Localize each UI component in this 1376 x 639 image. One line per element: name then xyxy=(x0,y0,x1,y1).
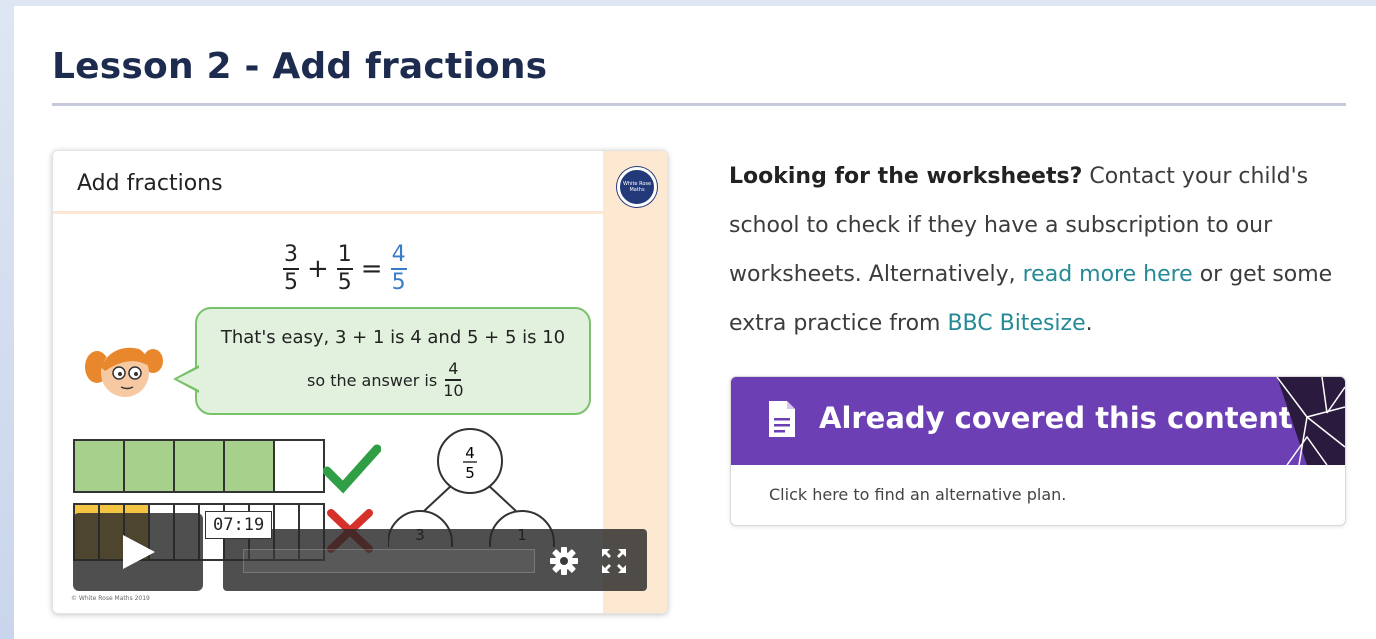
speech-fraction-den: 10 xyxy=(443,381,464,400)
bar-model-fifths xyxy=(73,439,325,493)
alternative-plan-title: Already covered this content? xyxy=(819,401,1310,435)
tree-top-den: 5 xyxy=(465,464,475,482)
green-check-icon xyxy=(323,444,381,494)
slide-title: Add fractions xyxy=(77,171,223,196)
equals-sign: = xyxy=(360,254,383,284)
video-player[interactable]: Add fractions White Rose Maths 3 5 + 1 5… xyxy=(52,150,668,614)
read-more-link[interactable]: read more here xyxy=(1023,262,1193,287)
worksheets-info-text-3: . xyxy=(1085,311,1093,336)
worksheets-info: Looking for the worksheets? Contact your… xyxy=(729,152,1359,348)
title-divider xyxy=(52,103,1346,106)
bar-cell xyxy=(225,441,275,491)
logo-text: White Rose Maths xyxy=(622,181,652,193)
speech-bubble-tail-fill xyxy=(177,368,199,390)
bar-cell xyxy=(75,441,125,491)
tree-top-num: 4 xyxy=(465,444,475,462)
fraction-b-num: 1 xyxy=(337,242,352,267)
decorative-shapes-icon xyxy=(1276,377,1345,465)
fraction-answer-num: 4 xyxy=(391,242,406,267)
fraction-b-den: 5 xyxy=(337,270,352,295)
speech-bubble: That's easy, 3 + 1 is 4 and 5 + 5 is 10 … xyxy=(195,307,591,415)
speech-fraction: 4 10 xyxy=(443,361,463,399)
bar-cell xyxy=(275,441,323,491)
worksheets-info-heading: Looking for the worksheets? xyxy=(729,164,1083,189)
bbc-bitesize-link[interactable]: BBC Bitesize xyxy=(947,311,1085,336)
alternative-plan-subtitle: Click here to find an alternative plan. xyxy=(769,485,1067,504)
video-timecode: 07:19 xyxy=(205,511,273,539)
fraction-a-den: 5 xyxy=(284,270,298,295)
speech-fraction-num: 4 xyxy=(448,359,459,378)
bar-cell xyxy=(125,441,175,491)
settings-button[interactable] xyxy=(549,546,579,576)
fraction-answer-den: 5 xyxy=(391,270,406,295)
fullscreen-icon xyxy=(602,549,626,573)
page-title: Lesson 2 - Add fractions xyxy=(52,46,548,87)
fraction-answer: 4 5 xyxy=(390,242,407,295)
slide-header: Add fractions xyxy=(53,151,603,214)
alternative-plan-header: Already covered this content? xyxy=(731,377,1345,465)
white-rose-maths-logo: White Rose Maths xyxy=(617,167,657,207)
gear-icon xyxy=(550,547,578,575)
document-icon xyxy=(769,401,795,437)
play-icon xyxy=(123,535,155,569)
fraction-b: 1 5 xyxy=(336,242,353,295)
progress-bar[interactable] xyxy=(243,549,535,573)
speech-line-2-text: so the answer is xyxy=(307,370,438,390)
page-card: Lesson 2 - Add fractions Add fractions W… xyxy=(14,6,1376,639)
speech-line-2: so the answer is 4 10 xyxy=(307,361,468,399)
cartoon-girl-icon xyxy=(85,347,163,397)
alternative-plan-card[interactable]: Already covered this content? Click here… xyxy=(730,376,1346,526)
player-control-bar xyxy=(223,529,647,591)
fraction-equation: 3 5 + 1 5 = 4 5 xyxy=(279,239,411,299)
play-button[interactable] xyxy=(73,513,203,591)
speech-line-1: That's easy, 3 + 1 is 4 and 5 + 5 is 10 xyxy=(220,327,566,348)
fraction-a: 3 5 xyxy=(283,244,299,294)
plus-sign: + xyxy=(307,254,329,284)
fraction-a-num: 3 xyxy=(284,242,298,267)
fullscreen-button[interactable] xyxy=(599,546,629,576)
slide-copyright: © White Rose Maths 2019 xyxy=(71,595,150,602)
bar-cell xyxy=(175,441,225,491)
